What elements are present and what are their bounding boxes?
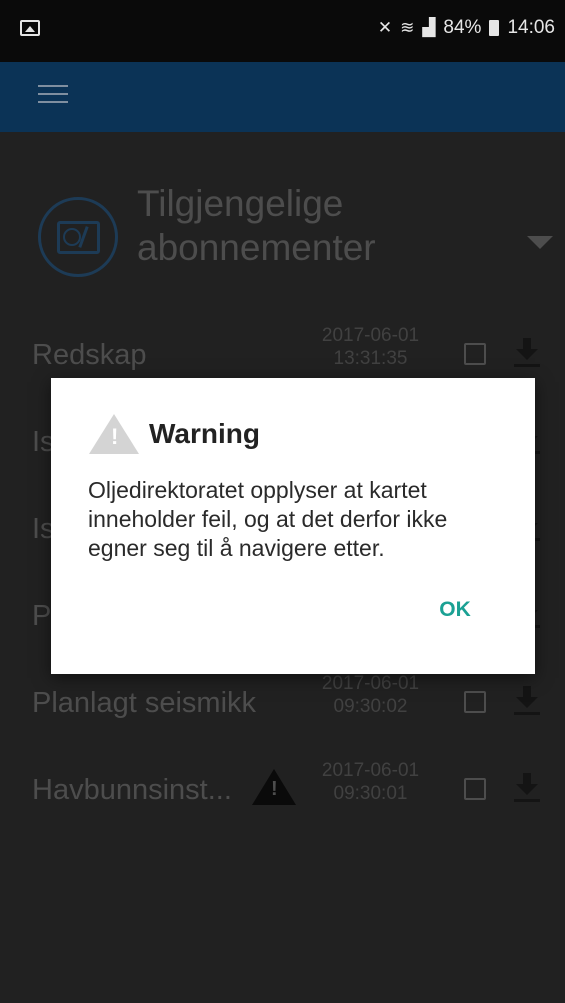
download-icon[interactable] <box>514 684 540 718</box>
dialog-message: Oljedirektoratet opplyser at kartet inne… <box>88 477 448 561</box>
item-name: Planlagt seismikk <box>32 687 257 719</box>
item-name: Havbunnsinst... <box>32 774 232 806</box>
download-icon[interactable] <box>514 336 540 370</box>
map-subscription-icon <box>38 197 118 277</box>
mute-icon: ✕ <box>377 18 393 37</box>
hamburger-menu-icon[interactable] <box>38 85 68 107</box>
item-checkbox[interactable] <box>464 691 486 713</box>
clock: 14:06 <box>507 17 555 38</box>
warning-dialog: Warning Oljedirektoratet opplyser at kar… <box>51 378 535 674</box>
section-title: Tilgjengelige abonnementer <box>137 183 376 268</box>
wifi-icon: ≋ <box>400 18 415 37</box>
image-notification-icon <box>20 20 40 36</box>
item-timestamp: 2017-06-01 09:30:02 <box>321 673 420 717</box>
warning-triangle-icon <box>89 414 139 454</box>
subscriptions-header[interactable]: Tilgjengelige abonnementer <box>0 152 565 302</box>
signal-icon: ▟ <box>422 18 436 37</box>
app-bar <box>0 62 565 132</box>
status-bar: ✕ ≋ ▟ 84% 14:06 <box>0 0 565 62</box>
list-item: Havbunnsinst... ! 2017-06-01 09:30:01 <box>0 747 565 834</box>
item-timestamp: 2017-06-01 09:30:01 <box>321 760 420 804</box>
battery-percent: 84% <box>443 17 482 38</box>
chevron-down-icon[interactable] <box>527 236 553 249</box>
battery-icon <box>489 20 500 36</box>
item-checkbox[interactable] <box>464 343 486 365</box>
ok-button[interactable]: OK <box>425 590 485 630</box>
item-checkbox[interactable] <box>464 778 486 800</box>
item-timestamp: 2017-06-01 13:31:35 <box>321 325 420 369</box>
warning-icon[interactable]: ! <box>252 769 296 805</box>
download-icon[interactable] <box>514 771 540 805</box>
item-name: Redskap <box>32 339 147 371</box>
dialog-title: Warning <box>149 418 260 449</box>
status-indicators: ✕ ≋ ▟ 84% 14:06 <box>378 17 555 39</box>
item-name: P <box>32 600 52 632</box>
